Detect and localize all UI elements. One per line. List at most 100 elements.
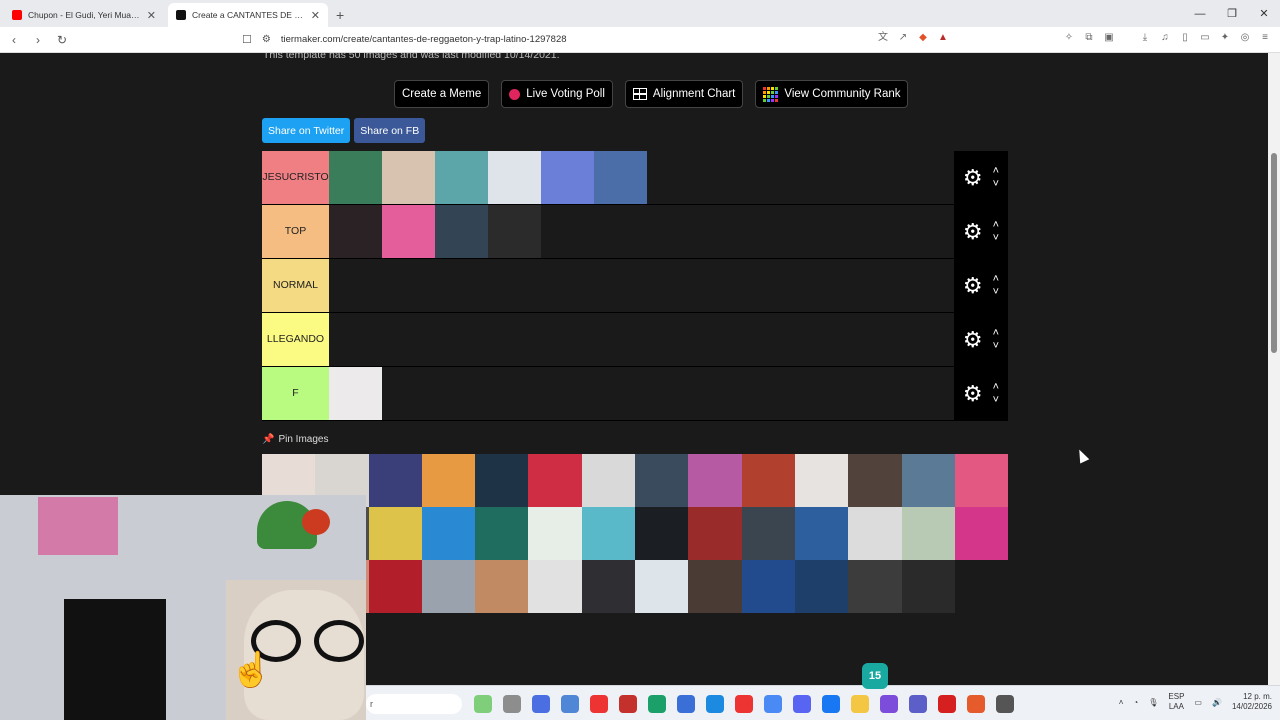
pin-images-toggle[interactable]: 📌 Pin Images xyxy=(262,434,328,445)
tier-items[interactable] xyxy=(329,367,954,420)
close-tab-icon[interactable]: ✕ xyxy=(311,9,320,22)
community-rank-button[interactable]: View Community Rank xyxy=(755,80,909,108)
taskbar-app-icon[interactable] xyxy=(474,695,492,713)
pool-image[interactable] xyxy=(794,560,849,613)
taskbar-app-icon[interactable] xyxy=(967,695,985,713)
pool-image[interactable] xyxy=(635,454,689,507)
pool-image[interactable] xyxy=(528,560,582,613)
tier-image[interactable] xyxy=(435,151,488,204)
gear-icon[interactable]: ⚙ xyxy=(963,382,983,405)
pool-image[interactable] xyxy=(528,507,582,560)
pool-image[interactable] xyxy=(794,507,849,560)
pool-image[interactable] xyxy=(635,507,689,560)
chevron-up-icon[interactable]: ˄ xyxy=(993,274,999,285)
scrollbar-thumb[interactable] xyxy=(1271,153,1277,353)
pool-image[interactable] xyxy=(741,560,795,613)
pool-image[interactable] xyxy=(475,454,529,507)
pool-image[interactable] xyxy=(368,560,422,613)
taskbar-app-icon[interactable] xyxy=(706,695,724,713)
taskbar-app-icon[interactable] xyxy=(590,695,608,713)
download-icon[interactable]: ⤓ xyxy=(1138,31,1152,45)
tier-items[interactable] xyxy=(329,205,954,258)
wallet-icon[interactable]: ▣ xyxy=(1102,31,1116,45)
chevron-up-icon[interactable]: ˄ xyxy=(993,328,999,339)
taskbar-app-icon[interactable] xyxy=(503,695,521,713)
taskbar-app-icon[interactable] xyxy=(793,695,811,713)
pool-image[interactable] xyxy=(901,560,955,613)
language-indicator[interactable]: ESP LAA xyxy=(1168,692,1184,712)
tier-image[interactable] xyxy=(435,205,488,258)
tier-image[interactable] xyxy=(329,205,382,258)
tier-image[interactable] xyxy=(329,367,382,420)
url-field[interactable]: ☐ ⚙ tiermaker.com/create/cantantes-de-re… xyxy=(242,33,567,46)
pool-image[interactable] xyxy=(848,454,902,507)
create-meme-button[interactable]: Create a Meme xyxy=(394,80,490,108)
pool-image[interactable] xyxy=(475,507,529,560)
alignment-chart-button[interactable]: Alignment Chart xyxy=(624,80,744,108)
back-icon[interactable]: ‹ xyxy=(4,33,24,47)
leo-icon[interactable]: ✦ xyxy=(1218,31,1232,45)
music-icon[interactable]: ♫ xyxy=(1158,31,1172,45)
taskbar-app-icon[interactable] xyxy=(851,695,869,713)
pool-image[interactable] xyxy=(421,507,476,560)
tab-chupon[interactable]: Chupon - El Gudi, Yeri Mua, Jey F, Ale ✕ xyxy=(4,3,164,27)
tier-label[interactable]: LLEGANDO xyxy=(262,313,329,366)
tier-items[interactable] xyxy=(329,151,954,204)
tier-label[interactable]: NORMAL xyxy=(262,259,329,312)
restore-button[interactable]: ❐ xyxy=(1216,7,1248,20)
tier-image[interactable] xyxy=(329,151,382,204)
taskbar-app-icon[interactable] xyxy=(822,695,840,713)
tier-image[interactable] xyxy=(488,205,541,258)
puzzle-icon[interactable]: ⧉ xyxy=(1082,31,1096,45)
pool-image[interactable] xyxy=(688,560,742,613)
vpn-icon[interactable]: ◎ xyxy=(1238,31,1252,45)
tier-items[interactable] xyxy=(329,259,954,312)
tab-tiermaker[interactable]: Create a CANTANTES DE REGGAETON ✕ xyxy=(168,3,328,27)
taskbar-app-icon[interactable] xyxy=(735,695,753,713)
pool-image[interactable] xyxy=(688,454,742,507)
reload-icon[interactable]: ↻ xyxy=(52,33,72,47)
taskbar-app-icon[interactable] xyxy=(561,695,579,713)
share-twitter-button[interactable]: Share on Twitter xyxy=(262,118,351,143)
page-scrollbar[interactable] xyxy=(1268,53,1280,685)
tier-label[interactable]: JESUCRISTO xyxy=(262,151,329,204)
pool-image[interactable] xyxy=(528,454,582,507)
taskbar-app-icon[interactable] xyxy=(764,695,782,713)
extensions-icon[interactable]: ✧ xyxy=(1062,31,1076,45)
live-voting-button[interactable]: Live Voting Poll xyxy=(501,80,613,108)
pool-image[interactable] xyxy=(581,507,636,560)
wifi-icon[interactable]: ◔ xyxy=(1133,698,1138,707)
gear-icon[interactable]: ⚙ xyxy=(963,328,983,351)
chevron-down-icon[interactable]: ˅ xyxy=(993,179,999,190)
pool-image[interactable] xyxy=(901,507,955,560)
pool-image[interactable] xyxy=(421,454,476,507)
chevron-down-icon[interactable]: ˅ xyxy=(993,233,999,244)
pool-image[interactable] xyxy=(475,560,529,613)
gear-icon[interactable]: ⚙ xyxy=(963,274,983,297)
pool-image[interactable] xyxy=(688,507,742,560)
minimize-button[interactable]: — xyxy=(1184,8,1216,20)
new-tab-button[interactable]: + xyxy=(328,7,352,27)
site-info-icon[interactable]: ⚙ xyxy=(262,34,271,45)
taskbar-app-icon[interactable] xyxy=(532,695,550,713)
tier-image[interactable] xyxy=(382,205,435,258)
tier-image[interactable] xyxy=(594,151,647,204)
taskbar-app-icon[interactable] xyxy=(938,695,956,713)
mic-icon[interactable]: 🎙 xyxy=(1148,698,1158,707)
chevron-up-icon[interactable]: ˄ xyxy=(993,382,999,393)
sidebar-icon[interactable]: ▯ xyxy=(1178,31,1192,45)
gear-icon[interactable]: ⚙ xyxy=(963,220,983,243)
tier-image[interactable] xyxy=(382,151,435,204)
chevron-down-icon[interactable]: ˅ xyxy=(993,341,999,352)
clock[interactable]: 12 p. m. 14/02/2026 xyxy=(1232,692,1272,712)
volume-icon[interactable]: 🔊 xyxy=(1212,698,1222,707)
pool-image[interactable] xyxy=(954,454,1009,507)
taskbar-app-icon[interactable] xyxy=(880,695,898,713)
pool-image[interactable] xyxy=(741,454,795,507)
pool-image[interactable] xyxy=(794,454,849,507)
forward-icon[interactable]: › xyxy=(28,33,48,47)
tier-image[interactable] xyxy=(488,151,541,204)
pool-image[interactable] xyxy=(581,560,636,613)
pool-image[interactable] xyxy=(368,454,422,507)
chevron-up-icon[interactable]: ˄ xyxy=(993,220,999,231)
